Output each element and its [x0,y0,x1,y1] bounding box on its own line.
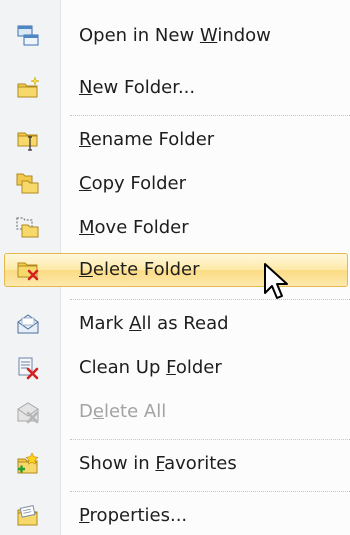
menu-item-properties[interactable]: Properties... [0,498,350,534]
menu-separator [70,491,350,492]
menu-separator [70,299,350,300]
menu-item-label: Show in Favorites [79,453,237,474]
delete-all-icon [17,402,39,424]
menu-item-delete-all[interactable]: Delete All [0,394,350,430]
copy-folder-icon [16,173,39,194]
menu-item-label: Mark All as Read [79,313,229,334]
delete-folder-icon [17,262,39,281]
menu-item-label: Clean Up Folder [79,357,222,378]
menu-separator [70,439,350,440]
mouse-pointer-icon [264,263,288,299]
menu-item-label: Open in New Window [79,25,271,46]
menu-item-label: New Folder... [79,77,196,98]
clean-up-folder-icon [18,357,39,380]
menu-item-show-in-favorites[interactable]: Show in Favorites [0,446,350,482]
rename-folder-icon [17,132,38,151]
mark-all-read-icon [17,314,39,334]
show-in-favorites-icon [17,452,39,474]
properties-icon [17,505,38,526]
menu-item-delete-folder[interactable]: Delete Folder [0,252,350,288]
folder-context-menu: Open in New Window New Folder... Rename … [0,0,350,535]
menu-item-label: Copy Folder [79,173,187,194]
menu-item-label: Rename Folder [79,129,215,150]
menu-item-new-folder[interactable]: New Folder... [0,70,350,106]
menu-item-mark-all-as-read[interactable]: Mark All as Read [0,306,350,342]
menu-item-clean-up-folder[interactable]: Clean Up Folder [0,350,350,386]
new-folder-icon [17,76,40,98]
menu-item-rename-folder[interactable]: Rename Folder [0,122,350,158]
menu-item-copy-folder[interactable]: Copy Folder [0,166,350,202]
menu-item-move-folder[interactable]: Move Folder [0,210,350,246]
move-folder-icon [16,217,39,238]
menu-separator [70,115,350,116]
menu-item-open-in-new-window[interactable]: Open in New Window [0,18,350,54]
menu-item-label: Delete Folder [79,259,200,280]
menu-item-label: Move Folder [79,217,189,238]
menu-item-label: Delete All [79,401,167,422]
menu-item-label: Properties... [79,505,188,526]
open-new-window-icon [17,25,39,46]
